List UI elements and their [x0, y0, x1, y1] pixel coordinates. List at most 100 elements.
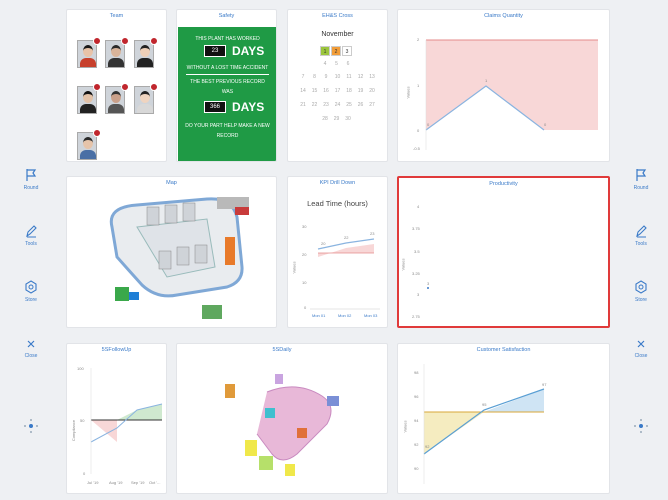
calendar-day-highlight[interactable]: 1 [320, 46, 330, 56]
avatar-body [137, 58, 153, 67]
safety-widget[interactable]: Safety THIS PLANT HAS WORKED 23 DAYS WIT… [176, 9, 277, 162]
calendar-day[interactable]: 12 [356, 72, 366, 82]
calendar-day[interactable]: 25 [344, 100, 354, 110]
kpi-xtick: Mon 02 [338, 313, 352, 318]
calendar-day[interactable]: 6 [343, 59, 353, 69]
round-button[interactable]: Round [624, 168, 658, 191]
customer-chart [423, 364, 545, 484]
calendar-day[interactable]: 19 [356, 86, 366, 96]
alert-badge [121, 37, 129, 45]
factory-5s-map[interactable] [177, 344, 388, 494]
kpi-xtick: Mon 01 [312, 313, 326, 318]
calendar-day[interactable]: 14 [298, 86, 308, 96]
calendar-day[interactable]: 20 [367, 86, 377, 96]
kpi-point-label: 22 [344, 235, 349, 240]
productivity-point [427, 287, 429, 289]
avatar-body [108, 104, 124, 113]
zone-orange [225, 384, 235, 398]
calendar-day[interactable]: 4 [320, 59, 330, 69]
customer-ytick: 92 [414, 442, 419, 447]
alert-badge [93, 37, 101, 45]
calendar-day[interactable]: 11 [344, 72, 354, 82]
followup-above-fill [117, 404, 162, 420]
5s-conveyor [256, 386, 332, 461]
followup-xtick: Sep '19 [131, 480, 145, 485]
tools-button[interactable]: Tools [624, 224, 658, 247]
ehs-cross-widget[interactable]: EH&S Cross November 1 2 3 4 5 6 7 8 9 10 11 12 13 14 1… [287, 9, 388, 162]
calendar-day[interactable]: 24 [333, 100, 343, 110]
tools-button[interactable]: Tools [14, 224, 48, 247]
kpi-drilldown-widget[interactable]: KPI Drill Down Lead Time (hours) 30 20 1… [287, 176, 388, 328]
productivity-widget[interactable]: Productivity 4 3.75 3.5 3.25 3 2.75 Valu… [397, 176, 610, 328]
5s-followup-widget[interactable]: 5SFollowUp 100 50 0 Compliance Jul '19 A… [66, 343, 167, 494]
calendar-day[interactable]: 10 [333, 72, 343, 82]
alert-badge [93, 83, 101, 91]
followup-xtick: Aug '19 [109, 480, 123, 485]
safety-divider [186, 74, 269, 75]
close-label: Close [634, 353, 648, 359]
hexagon-icon [635, 280, 647, 294]
avatar-head [83, 45, 93, 57]
zone-blue [327, 396, 339, 406]
store-button[interactable]: Store [624, 280, 658, 303]
close-button[interactable]: Close [624, 338, 658, 359]
factory-3d-map[interactable] [67, 177, 277, 328]
store-button[interactable]: Store [14, 280, 48, 303]
close-label: Close [24, 353, 38, 359]
customer-satisfaction-widget[interactable]: Customer Satisfaction 98 96 94 92 90 Val… [397, 343, 610, 494]
days-label: DAYS [232, 44, 265, 58]
calendar-day-highlight[interactable]: 2 [331, 46, 341, 56]
month-label: November [321, 31, 354, 38]
calendar-month: November [288, 31, 387, 38]
close-icon [637, 340, 645, 348]
zone-cyan [265, 408, 275, 418]
calendar-day[interactable]: 23 [321, 100, 331, 110]
calendar-day[interactable]: 22 [310, 100, 320, 110]
alert-badge [93, 129, 101, 137]
calendar-day[interactable]: 28 [320, 114, 330, 124]
map-widget[interactable]: Map [66, 176, 277, 328]
zone-orange-2 [297, 428, 307, 438]
blue-station [129, 292, 139, 300]
calendar-day[interactable]: 9 [321, 72, 331, 82]
close-button[interactable]: Close [14, 338, 48, 359]
avatar-head [111, 91, 121, 103]
calendar-day[interactable]: 16 [321, 86, 331, 96]
zone-yellow-2 [285, 464, 295, 476]
calendar-day[interactable]: 30 [343, 114, 353, 124]
kpi-ylabel: Values [291, 261, 297, 274]
kpi-ytick: 0 [304, 305, 307, 310]
calendar-day[interactable]: 29 [332, 114, 342, 124]
right-rail: Round Tools Store Close [624, 0, 658, 500]
calendar-day[interactable]: 27 [367, 100, 377, 110]
claims-point-label: 0 [427, 122, 430, 127]
days-worked-counter: 23 [204, 45, 226, 57]
claims-quantity-widget[interactable]: Claims Quantity 2 1 0 -0.5 Values 0 1 0 [397, 9, 610, 162]
calendar-day[interactable]: 21 [298, 100, 308, 110]
team-widget[interactable]: Team [66, 9, 167, 162]
round-button[interactable]: Round [14, 168, 48, 191]
calendar-day[interactable]: 18 [344, 86, 354, 96]
calendar-day[interactable]: 26 [356, 100, 366, 110]
calendar-day[interactable]: 13 [367, 72, 377, 82]
calendar-day[interactable]: 8 [310, 72, 320, 82]
calendar-day[interactable]: 5 [332, 59, 342, 69]
pan-control[interactable] [624, 418, 658, 434]
flag-icon [636, 169, 647, 181]
5s-daily-widget[interactable]: 5SDaily [176, 343, 388, 494]
kpi-ytick: 20 [302, 252, 307, 257]
claims-ytick: 0 [417, 128, 420, 133]
move-icon [24, 419, 38, 433]
followup-ytick: 0 [83, 471, 86, 476]
avatar-body [80, 150, 96, 159]
avatar-head [140, 91, 150, 103]
claims-chart [425, 39, 598, 150]
calendar-day-highlight[interactable]: 3 [342, 46, 352, 56]
alert-badge [121, 83, 129, 91]
calendar-day[interactable]: 17 [333, 86, 343, 96]
pan-control[interactable] [14, 418, 48, 434]
calendar-day[interactable]: 15 [310, 86, 320, 96]
calendar-day[interactable]: 7 [298, 72, 308, 82]
record-days-counter: 366 [204, 101, 226, 113]
followup-ylabel: Compliance [71, 419, 77, 442]
